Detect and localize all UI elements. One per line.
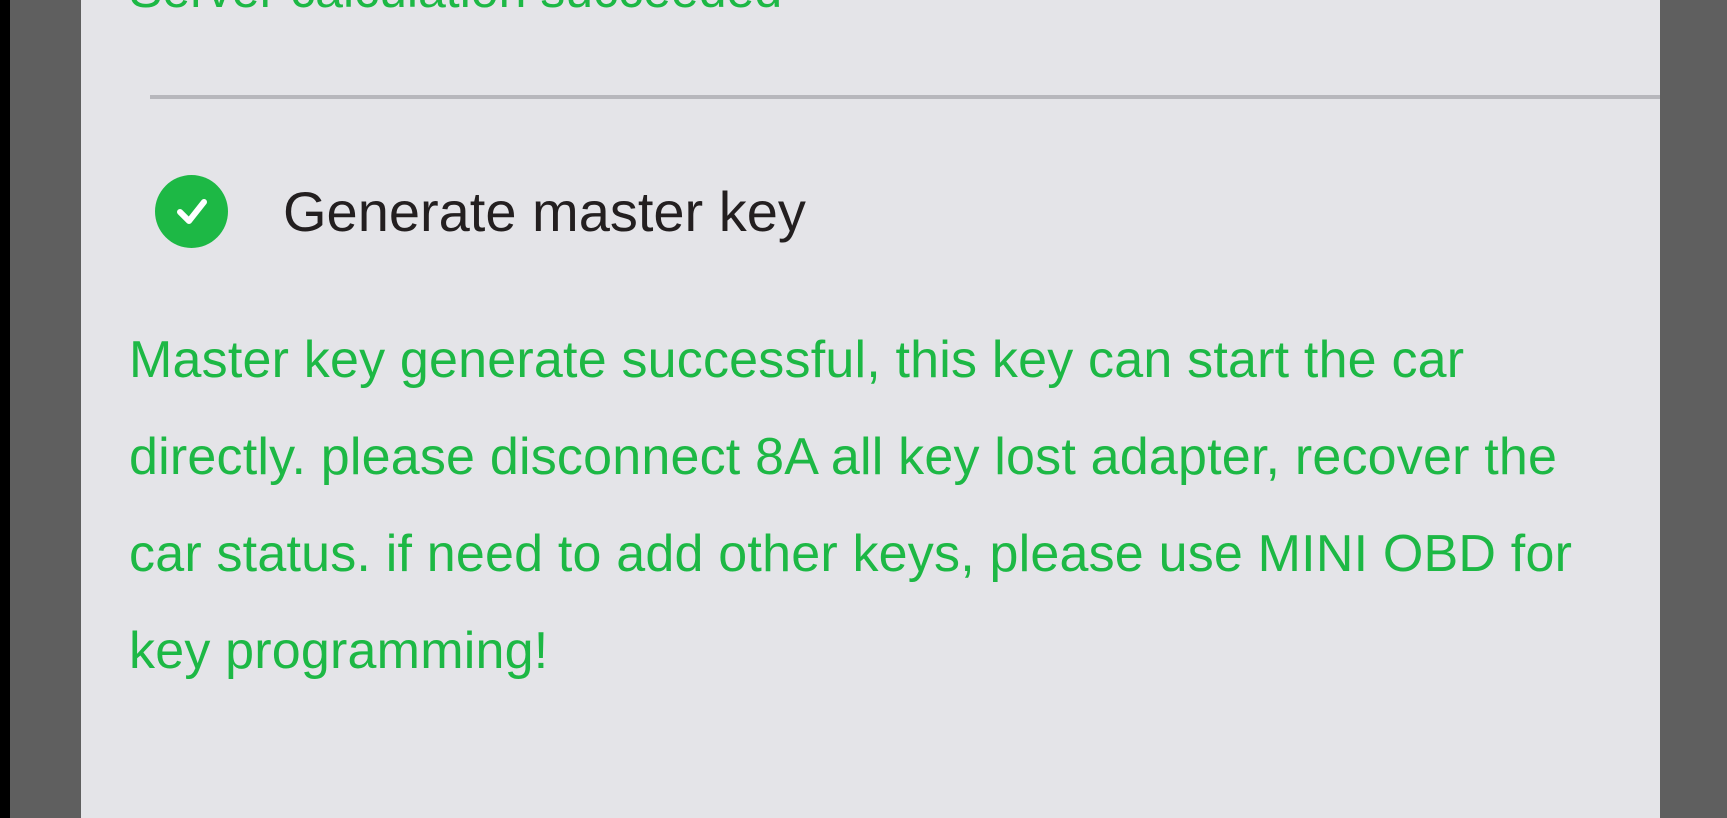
checkmark-icon <box>176 199 207 224</box>
app-screen: Server calculation succeeded Generate ma… <box>81 0 1660 818</box>
check-circle-icon <box>155 174 228 248</box>
section-divider <box>150 95 1660 99</box>
step-generate-master-key: Generate master key <box>155 173 806 249</box>
device-frame: Server calculation succeeded Generate ma… <box>0 0 1727 818</box>
device-bezel-right <box>1660 0 1727 818</box>
result-message: Master key generate successful, this key… <box>129 331 1573 680</box>
previous-status-text: Server calculation succeeded <box>129 0 782 18</box>
device-bezel-left <box>10 0 81 818</box>
step-label: Generate master key <box>283 179 806 243</box>
